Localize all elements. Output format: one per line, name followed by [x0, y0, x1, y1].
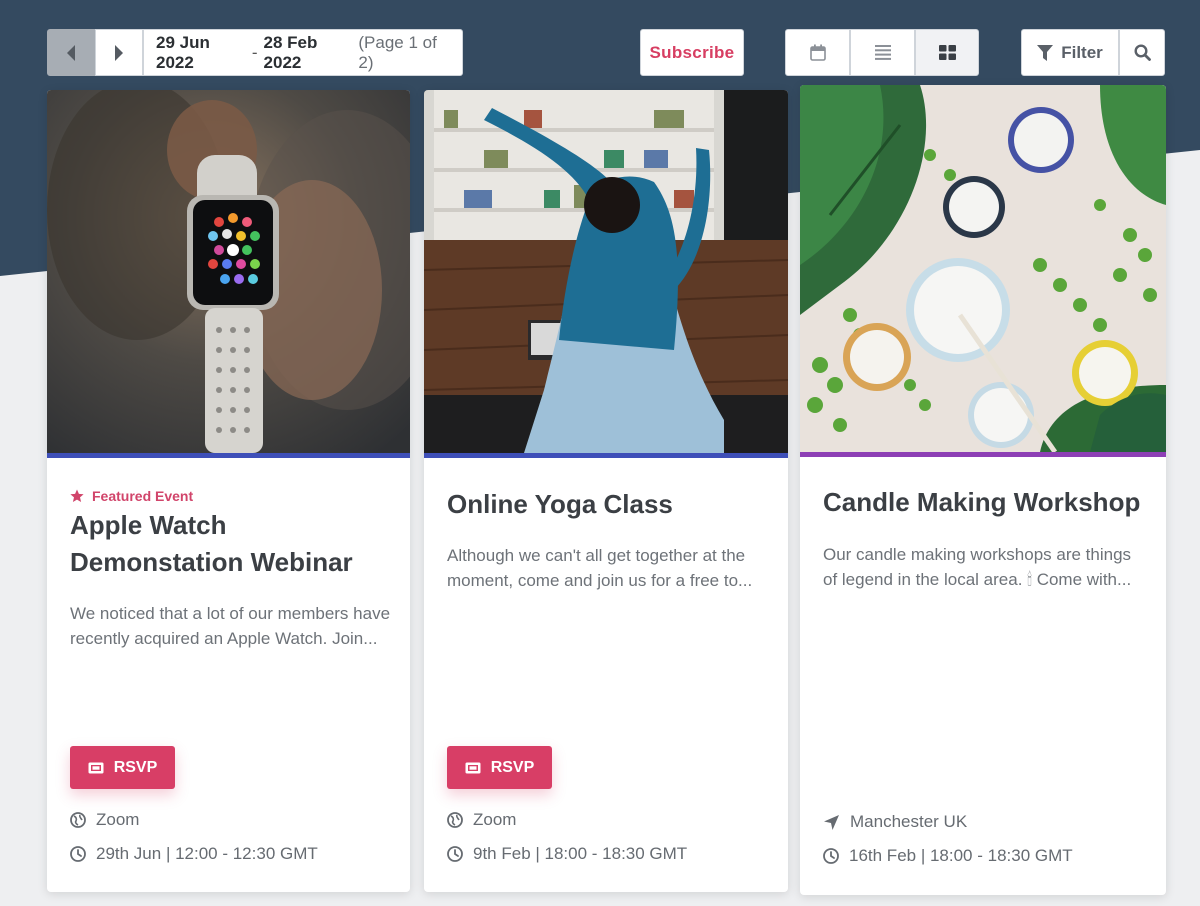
event-time: 9th Feb | 18:00 - 18:30 GMT	[447, 844, 687, 864]
date-range: 29 Jun 2022 - 28 Feb 2022 (Page 1 of 2)	[143, 29, 463, 76]
featured-label: Featured Event	[92, 488, 194, 504]
category-accent-bar	[800, 452, 1166, 457]
event-card[interactable]: Online Yoga Class Although we can't all …	[424, 90, 788, 892]
event-location: Manchester UK	[823, 812, 967, 832]
location-arrow-icon	[824, 814, 839, 830]
time-text: 9th Feb | 18:00 - 18:30 GMT	[473, 844, 688, 863]
clock-icon	[70, 846, 86, 862]
chevron-left-icon	[67, 44, 75, 61]
next-page-button[interactable]	[95, 29, 143, 76]
previous-page-button[interactable]	[47, 29, 95, 76]
location-text: Manchester UK	[850, 812, 968, 831]
ticket-icon	[465, 762, 481, 773]
event-card[interactable]: Candle Making Workshop Our candle making…	[800, 85, 1166, 895]
event-description: Although we can't all get together at th…	[447, 546, 753, 590]
category-accent-bar	[47, 453, 410, 458]
time-text: 16th Feb | 18:00 - 18:30 GMT	[849, 846, 1073, 865]
filter-icon	[1037, 44, 1054, 61]
event-time: 29th Jun | 12:00 - 12:30 GMT	[70, 844, 318, 864]
clock-icon	[447, 846, 463, 862]
event-image-candles[interactable]	[800, 85, 1166, 452]
rsvp-label: RSVP	[490, 758, 535, 776]
event-image-apple-watch[interactable]	[47, 90, 410, 453]
calendar-toolbar: 29 Jun 2022 - 28 Feb 2022 (Page 1 of 2) …	[0, 29, 1200, 77]
location-text: Zoom	[96, 810, 140, 829]
filter-label: Filter	[1061, 42, 1103, 62]
event-title[interactable]: Online Yoga Class	[447, 486, 768, 523]
list-view-button[interactable]	[850, 29, 915, 76]
event-title[interactable]: Apple Watch Demonstation Webinar	[70, 507, 390, 581]
category-accent-bar	[424, 453, 788, 458]
clock-icon	[823, 848, 839, 864]
globe-icon	[447, 812, 463, 828]
filter-button[interactable]: Filter	[1021, 29, 1119, 76]
event-card[interactable]: Featured Event Apple Watch Demonstation …	[47, 90, 410, 892]
rsvp-label: RSVP	[113, 758, 158, 776]
calendar-view-button[interactable]	[785, 29, 850, 76]
event-time: 16th Feb | 18:00 - 18:30 GMT	[823, 846, 1073, 866]
location-text: Zoom	[473, 810, 517, 829]
page-info: (Page 1 of 2)	[358, 32, 437, 72]
rsvp-button[interactable]: RSVP	[447, 746, 552, 789]
event-location: Zoom	[70, 810, 139, 830]
event-location: Zoom	[447, 810, 516, 830]
subscribe-button[interactable]: Subscribe	[640, 29, 744, 76]
list-icon	[874, 45, 891, 60]
featured-badge: Featured Event	[70, 488, 193, 504]
rsvp-button[interactable]: RSVP	[70, 746, 175, 789]
event-title[interactable]: Candle Making Workshop	[823, 484, 1146, 521]
event-image-yoga[interactable]	[424, 90, 788, 453]
globe-icon	[70, 812, 86, 828]
event-description: We noticed that a lot of our members hav…	[70, 604, 391, 648]
search-button[interactable]	[1119, 29, 1165, 76]
ticket-icon	[88, 762, 104, 773]
date-end: 28 Feb 2022	[263, 32, 318, 72]
time-text: 29th Jun | 12:00 - 12:30 GMT	[96, 844, 318, 863]
calendar-icon	[809, 44, 826, 61]
search-icon	[1133, 44, 1151, 61]
date-start: 29 Jun 2022	[156, 32, 210, 72]
star-icon	[70, 489, 84, 502]
date-separator: -	[251, 42, 258, 62]
event-description: Our candle making workshops are things o…	[823, 545, 1132, 589]
chevron-right-icon	[115, 44, 123, 61]
grid-view-button[interactable]	[915, 29, 979, 76]
grid-icon	[938, 45, 956, 60]
